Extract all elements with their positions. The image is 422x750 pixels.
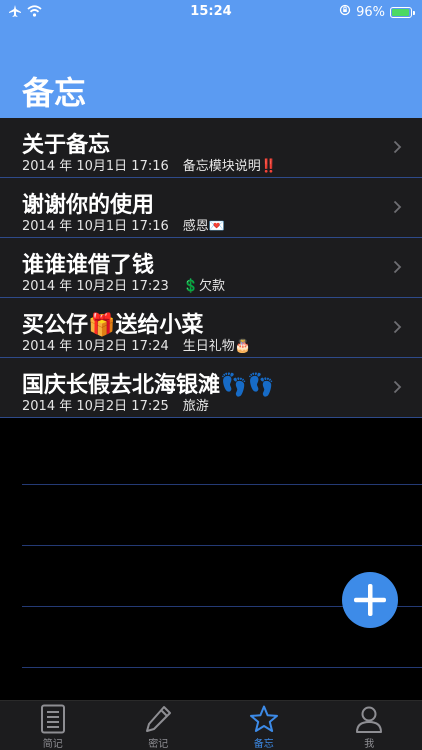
memo-note: 感恩💌 (182, 219, 225, 234)
memo-row-holiday[interactable]: 国庆长假去北海银滩👣👣 2014 年 10月2日 17:25 旅游 (0, 358, 422, 418)
chevron-right-icon (393, 320, 402, 334)
tab-bar: 简记 密记 备忘 我 (0, 700, 422, 750)
memo-row-about[interactable]: 关于备忘 2014 年 10月1日 17:16 备忘模块说明‼️ (0, 118, 422, 178)
memo-row-loan[interactable]: 谁谁谁借了钱 2014 年 10月2日 17:23 💲欠款 (0, 238, 422, 298)
battery-icon (390, 6, 415, 18)
add-memo-button[interactable] (342, 572, 398, 628)
empty-row-separator (22, 545, 422, 546)
pencil-icon (146, 706, 172, 732)
memo-row-gift[interactable]: 买公仔🎁送给小菜 2014 年 10月2日 17:24 生日礼物🎂 (0, 298, 422, 358)
memo-meta: 2014 年 10月1日 17:16 备忘模块说明‼️ (22, 155, 277, 174)
memo-meta: 2014 年 10月1日 17:16 感恩💌 (22, 215, 225, 234)
tab-memo[interactable]: 备忘 (211, 701, 317, 750)
battery-fill (392, 8, 410, 16)
tab-label: 备忘 (253, 739, 274, 750)
status-right: 96% (339, 4, 415, 20)
memo-date: 2014 年 10月2日 17:23 (22, 279, 169, 294)
memo-note: 生日礼物🎂 (182, 339, 251, 354)
empty-row-separator (22, 484, 422, 485)
memo-date: 2014 年 10月1日 17:16 (22, 219, 169, 234)
memo-note: 💲欠款 (182, 279, 225, 294)
tab-label: 密记 (148, 739, 169, 750)
tab-label: 我 (364, 739, 375, 750)
memo-note: 备忘模块说明‼️ (182, 159, 277, 174)
empty-list-area (0, 423, 422, 700)
person-icon (356, 706, 383, 733)
star-icon (249, 705, 278, 732)
page-title: 备忘 (22, 74, 87, 112)
memo-meta: 2014 年 10月2日 17:24 生日礼物🎂 (22, 335, 251, 354)
memo-meta: 2014 年 10月2日 17:23 💲欠款 (22, 275, 225, 294)
chevron-right-icon (393, 200, 402, 214)
battery-cap (413, 10, 415, 15)
orientation-lock-icon (339, 4, 351, 20)
memo-row-thanks[interactable]: 谢谢你的使用 2014 年 10月1日 17:16 感恩💌 (0, 178, 422, 238)
chevron-right-icon (393, 140, 402, 154)
memo-note: 旅游 (182, 399, 209, 414)
tab-me[interactable]: 我 (317, 701, 422, 750)
chevron-right-icon (393, 260, 402, 274)
memo-date: 2014 年 10月2日 17:25 (22, 399, 169, 414)
plus-icon (354, 584, 386, 616)
memo-date: 2014 年 10月1日 17:16 (22, 159, 169, 174)
memo-list: 关于备忘 2014 年 10月1日 17:16 备忘模块说明‼️ 谢谢你的使用 2… (0, 118, 422, 418)
tab-label: 简记 (42, 739, 63, 750)
battery-percent: 96% (356, 4, 385, 20)
header-bar: 15:24 96% 备忘 (0, 0, 422, 118)
chevron-right-icon (393, 380, 402, 394)
empty-row-separator (22, 667, 422, 668)
memo-meta: 2014 年 10月2日 17:25 旅游 (22, 395, 209, 414)
memo-date: 2014 年 10月2日 17:24 (22, 339, 169, 354)
tab-notes[interactable]: 简记 (0, 701, 106, 750)
notebook-icon (40, 704, 65, 734)
tab-private[interactable]: 密记 (106, 701, 212, 750)
status-bar: 15:24 96% (0, 0, 422, 24)
